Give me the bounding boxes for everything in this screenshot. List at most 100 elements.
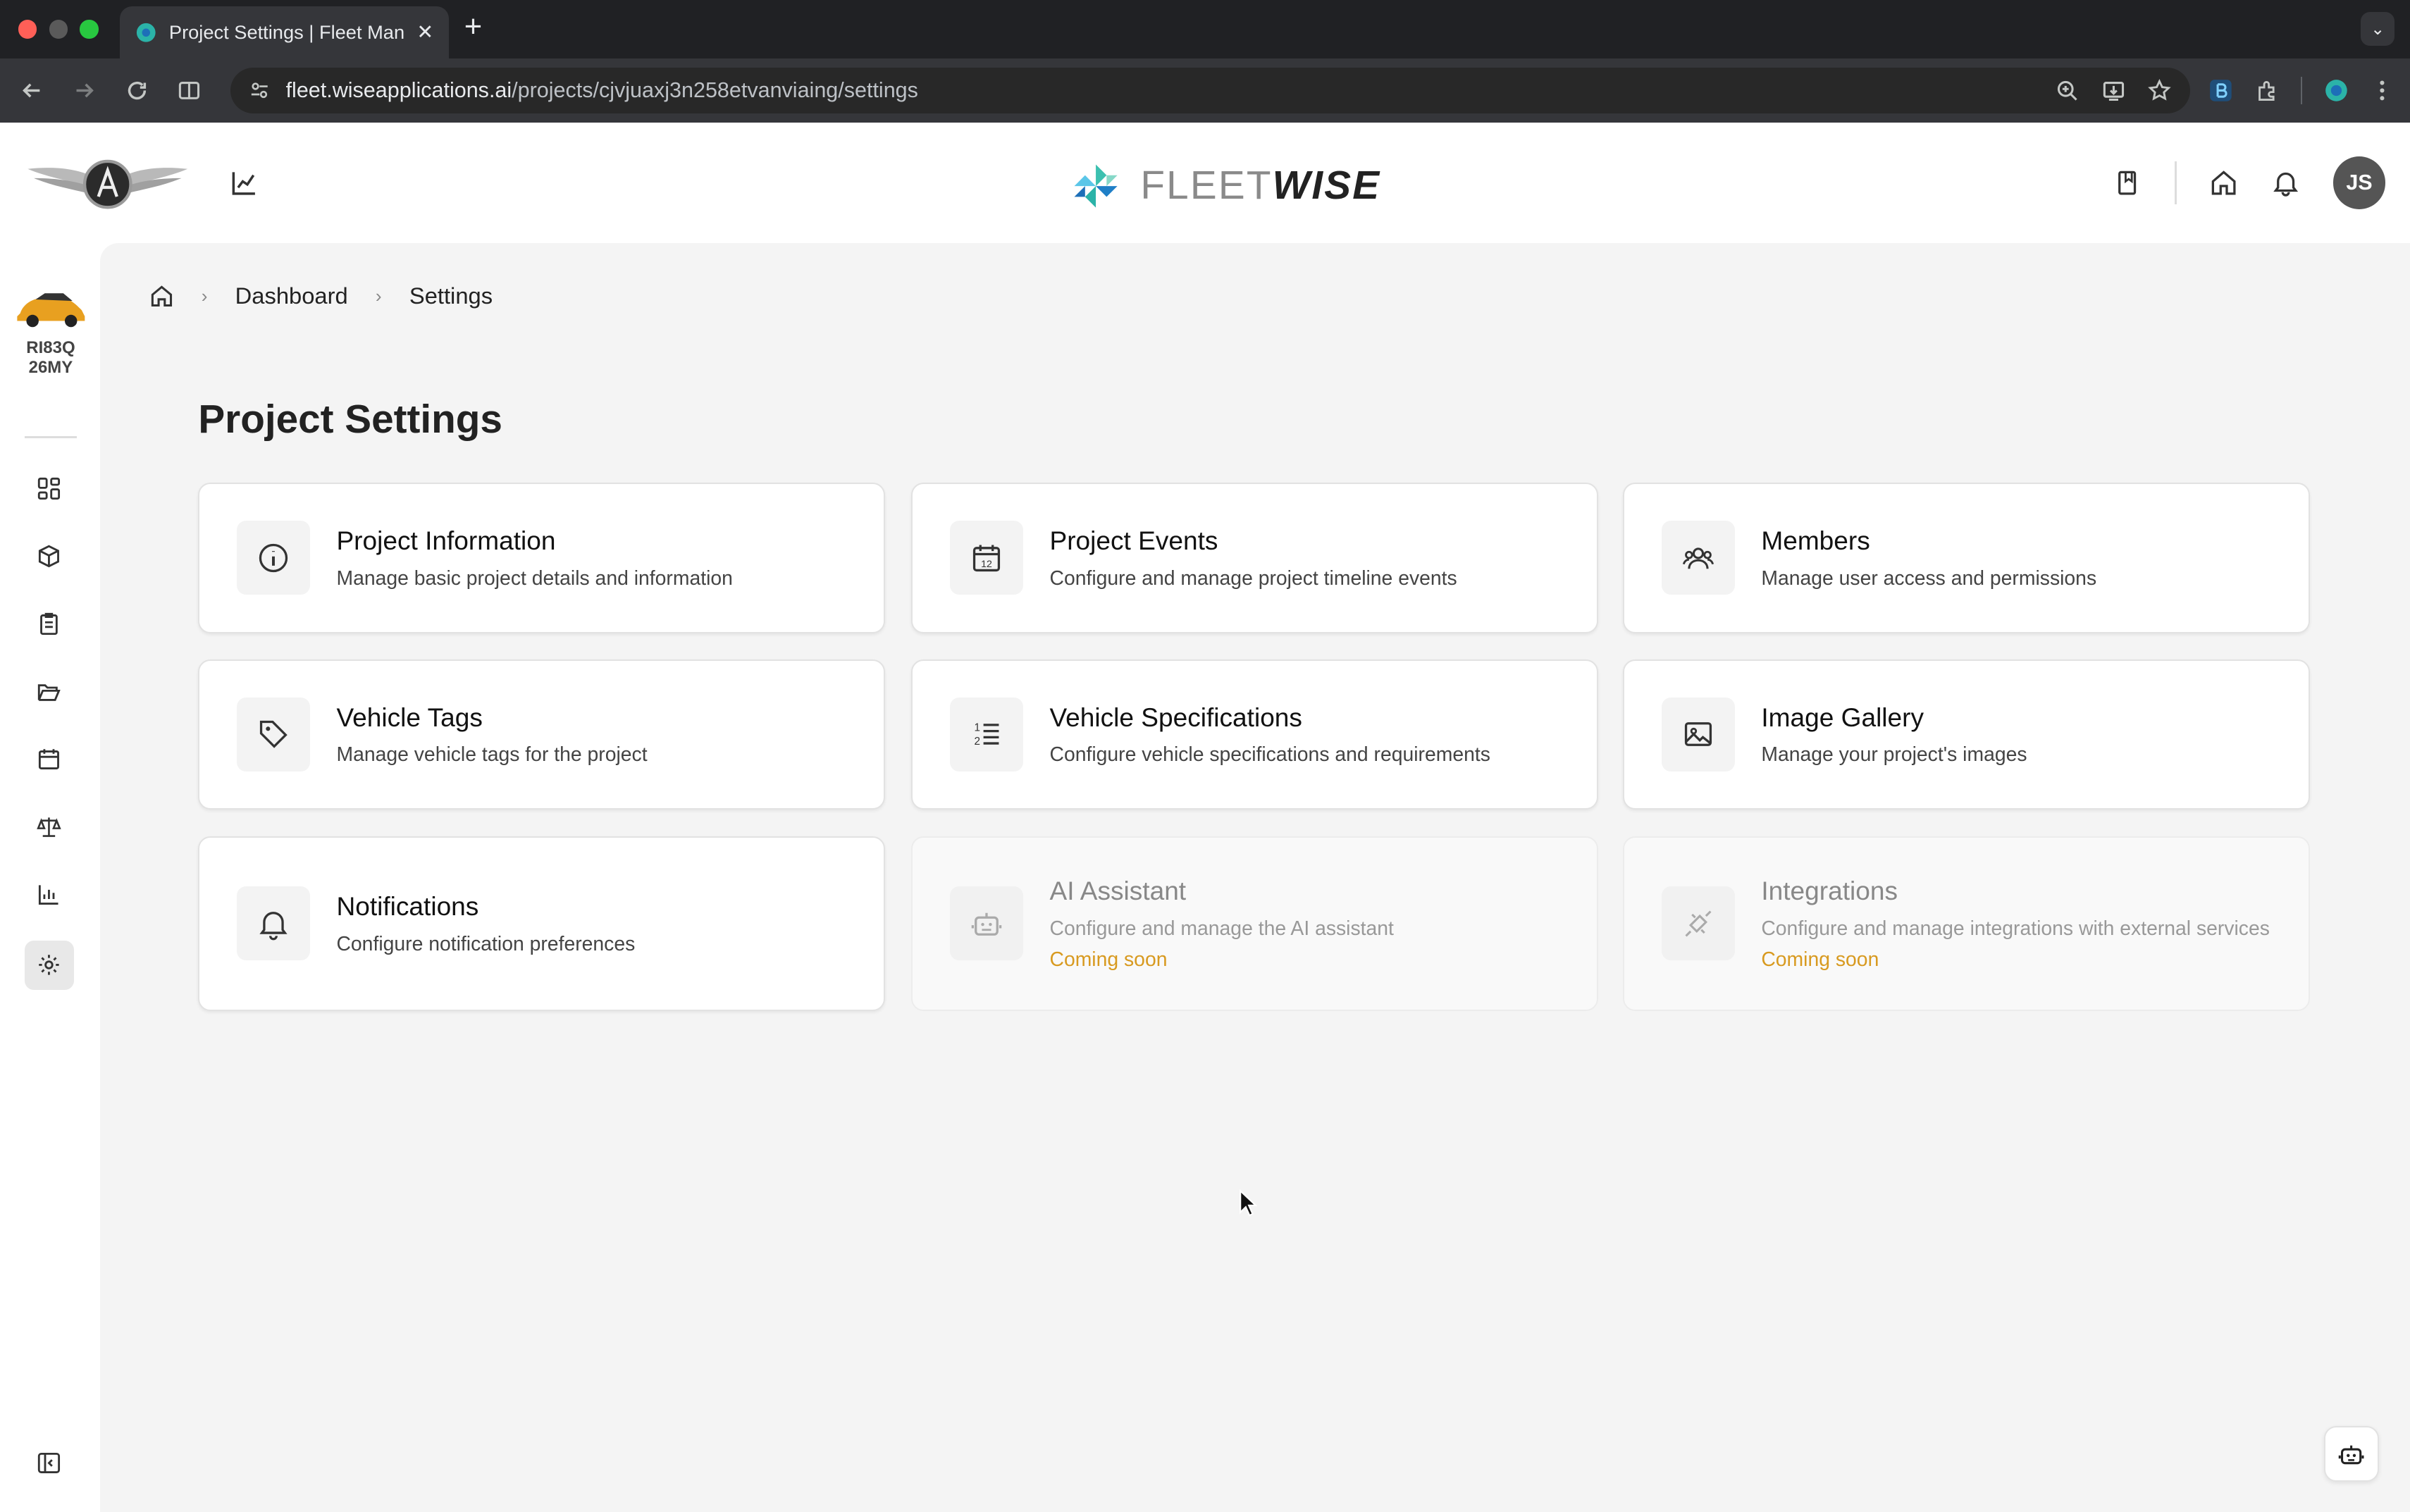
breadcrumb-dashboard[interactable]: Dashboard	[235, 283, 348, 309]
user-avatar[interactable]: JS	[2332, 156, 2386, 209]
bell-icon[interactable]	[2272, 169, 2299, 197]
url-host: fleet.wiseapplications.ai	[285, 78, 512, 103]
bookmark-star-icon[interactable]	[2147, 78, 2172, 103]
tab-search-button[interactable]: ⌄	[2361, 12, 2395, 47]
browser-toolbar: fleet.wiseapplications.ai/projects/cjvju…	[0, 58, 2410, 123]
maximize-window-button[interactable]	[80, 20, 99, 39]
tab-title: Project Settings | Fleet Manag	[168, 20, 404, 43]
bookmark-book-icon[interactable]	[2113, 169, 2141, 197]
card-title: Notifications	[336, 891, 479, 921]
dashboard-grid-icon	[38, 477, 61, 500]
card-notifications[interactable]: Notifications Configure notification pre…	[198, 836, 886, 1012]
card-description: Configure vehicle specifications and req…	[1049, 743, 1490, 767]
vehicle-badge[interactable]: RI83Q 26MY	[12, 283, 89, 378]
url-path: /projects/cjvjuaxj3n258etvanviaing/setti…	[512, 78, 918, 103]
sidebar-divider	[24, 436, 78, 438]
card-project-events[interactable]: 12 Project Events Configure and manage p…	[911, 482, 1599, 633]
close-tab-icon[interactable]: ✕	[416, 20, 433, 44]
card-description: Configure notification preferences	[336, 932, 636, 955]
card-vehicle-tags[interactable]: Vehicle Tags Manage vehicle tags for the…	[198, 659, 886, 810]
vehicle-code-line2: 26MY	[28, 358, 73, 378]
back-button[interactable]	[16, 74, 49, 108]
header-divider	[2175, 161, 2177, 205]
coming-soon-badge: Coming soon	[1761, 948, 1879, 971]
chevron-right-icon: ›	[375, 285, 382, 306]
breadcrumb-settings: Settings	[409, 283, 493, 309]
install-app-icon[interactable]	[2101, 78, 2126, 103]
reload-button[interactable]	[120, 74, 154, 108]
card-description: Manage user access and permissions	[1761, 566, 2097, 590]
card-description: Manage basic project details and informa…	[336, 566, 733, 590]
main-content: › Dashboard › Settings Project Settings …	[99, 242, 2410, 1512]
folder-open-icon	[38, 684, 61, 701]
scale-balance-icon	[37, 817, 61, 837]
card-title: Project Events	[1049, 525, 1218, 555]
sidebar-collapse-icon[interactable]	[37, 1451, 61, 1475]
fleetwise-favicon-icon	[136, 23, 156, 42]
card-vehicle-specifications[interactable]: 1 2 Vehicle Specifications Configure vehi…	[911, 659, 1599, 810]
analytics-chart-icon[interactable]	[230, 169, 258, 197]
sidebar-item-settings[interactable]	[24, 940, 74, 990]
bot-icon	[2339, 1445, 2364, 1464]
fleetwise-mark-icon	[1074, 164, 1118, 208]
vehicle-code-line1: RI83Q	[26, 338, 75, 358]
browser-tab[interactable]: Project Settings | Fleet Manag ✕	[120, 6, 449, 58]
tag-icon	[236, 698, 311, 772]
coming-soon-badge: Coming soon	[1049, 948, 1168, 971]
left-sidebar: RI83Q 26MY	[0, 242, 100, 1512]
zoom-icon[interactable]	[2055, 78, 2080, 103]
gear-icon	[39, 955, 59, 975]
sidebar-item-reports[interactable]	[25, 869, 74, 919]
sidebar-item-compliance[interactable]	[25, 803, 74, 852]
breadcrumb: › Dashboard › Settings	[149, 283, 493, 309]
address-bar[interactable]: fleet.wiseapplications.ai/projects/cjvju…	[230, 67, 2191, 114]
ai-assistant-chat-button[interactable]	[2323, 1426, 2380, 1482]
bell-icon	[236, 886, 311, 960]
new-tab-button[interactable]: +	[464, 12, 482, 43]
card-image-gallery[interactable]: Image Gallery Manage your project's imag…	[1623, 659, 2311, 810]
calendar-icon: 12	[949, 521, 1024, 595]
card-title: Vehicle Specifications	[1049, 702, 1302, 732]
extensions-puzzle-icon[interactable]	[2255, 78, 2280, 103]
card-description: Manage your project's images	[1761, 743, 2027, 767]
card-title: Image Gallery	[1761, 702, 1924, 732]
winged-brand-logo-icon[interactable]	[25, 154, 191, 215]
close-window-button[interactable]	[18, 20, 37, 39]
forward-button[interactable]	[68, 74, 101, 108]
logo-word-fleet: FLEET	[1140, 163, 1273, 209]
split-view-button[interactable]	[172, 74, 206, 108]
more-menu-icon[interactable]	[2370, 78, 2394, 103]
breadcrumb-home-icon[interactable]	[149, 284, 174, 309]
app-header: FLEETWISE JS	[0, 123, 2410, 243]
card-members[interactable]: Members Manage user access and permissio…	[1623, 482, 2311, 633]
svg-text:1: 1	[975, 722, 980, 734]
window-controls	[0, 20, 99, 39]
card-project-information[interactable]: Project Information Manage basic project…	[198, 482, 886, 633]
card-description: Manage vehicle tags for the project	[336, 743, 648, 767]
sidebar-item-dashboard[interactable]	[25, 464, 74, 514]
mouse-cursor-icon	[1240, 1189, 1258, 1217]
browser-tabbar: Project Settings | Fleet Manag ✕ + ⌄	[0, 0, 2410, 58]
profile-fleetwise-icon[interactable]	[2324, 78, 2349, 103]
minimize-window-button[interactable]	[49, 20, 68, 39]
fleetwise-logo: FLEETWISE	[1070, 160, 1380, 212]
info-icon	[236, 521, 311, 595]
users-icon	[1661, 521, 1736, 595]
arrow-left-icon	[23, 83, 40, 98]
card-description: Configure and manage integrations with e…	[1761, 917, 2270, 940]
clipboard-icon	[40, 612, 58, 636]
sidebar-item-checklist[interactable]	[25, 600, 74, 649]
logo-word-wise: WISE	[1272, 163, 1381, 209]
sidebar-item-files[interactable]	[25, 667, 74, 717]
card-integrations: Integrations Configure and manage integr…	[1623, 836, 2311, 1012]
site-settings-icon[interactable]	[249, 80, 271, 101]
extension-b-icon[interactable]	[2208, 78, 2233, 103]
sidebar-item-packages[interactable]	[25, 532, 74, 581]
bar-chart-icon	[39, 885, 58, 905]
card-title: AI Assistant	[1049, 876, 1187, 906]
chevron-right-icon: ›	[201, 285, 208, 306]
card-ai-assistant: AI Assistant Configure and manage the AI…	[911, 836, 1599, 1012]
svg-text:2: 2	[975, 736, 980, 748]
sidebar-item-calendar[interactable]	[25, 735, 74, 784]
home-icon[interactable]	[2210, 169, 2237, 197]
